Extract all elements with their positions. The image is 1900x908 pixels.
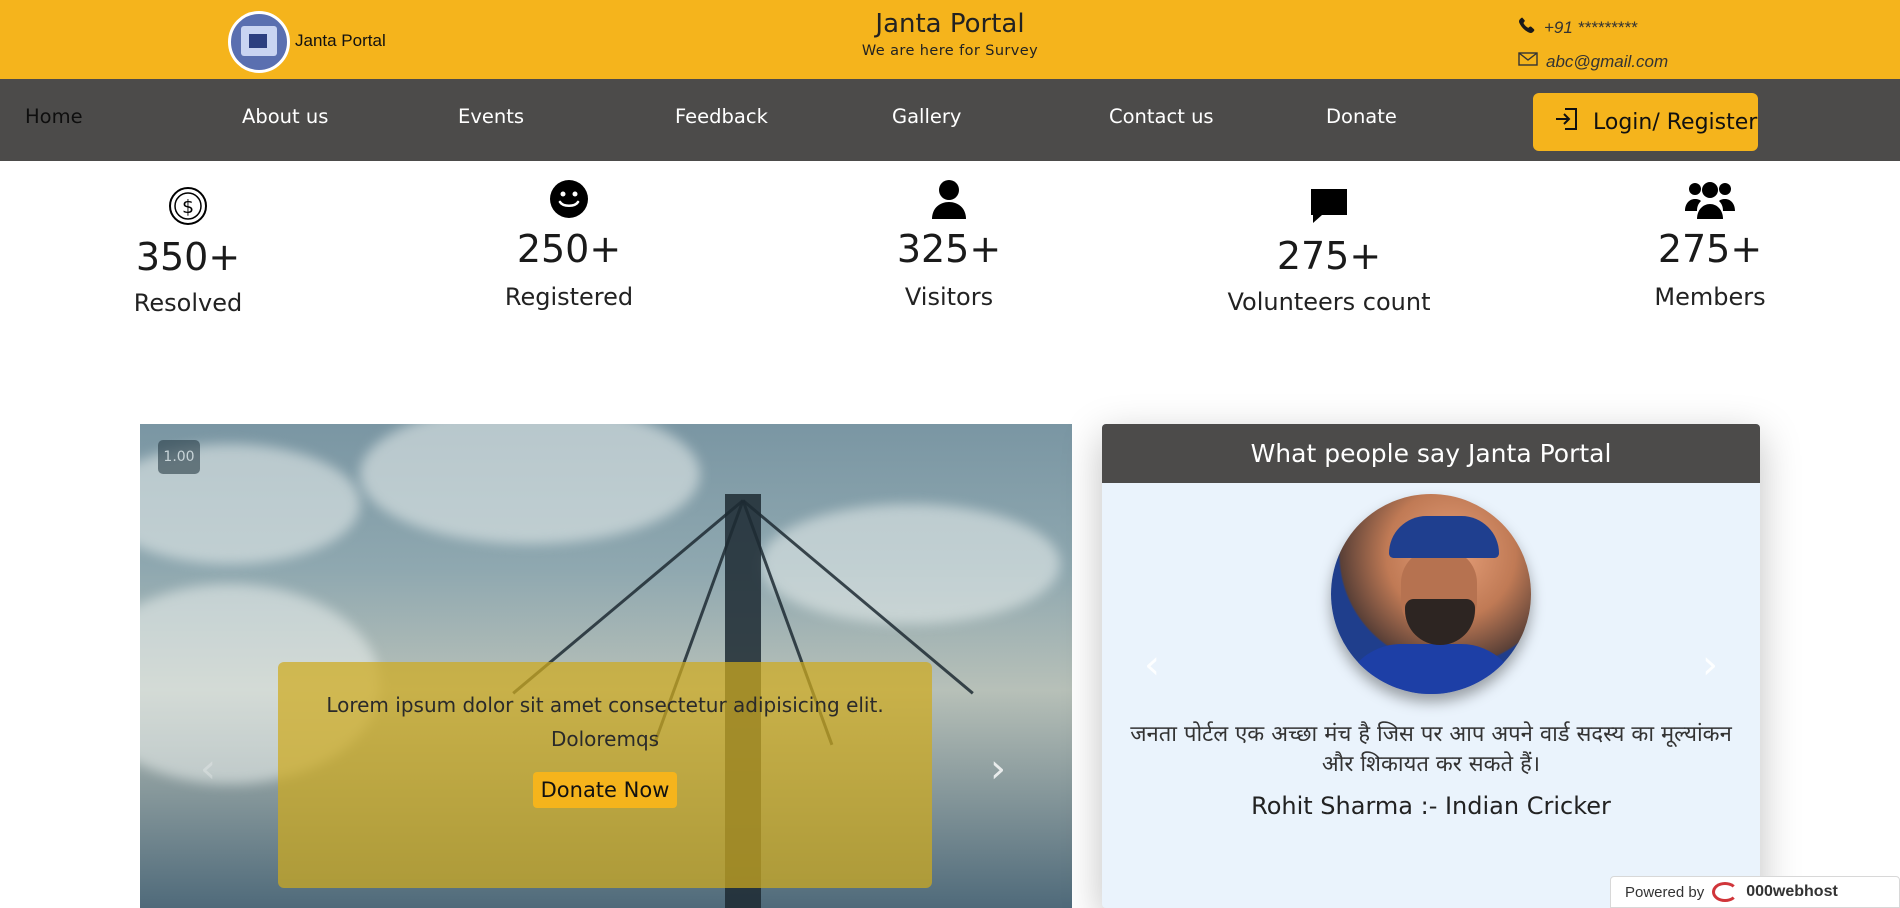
people-icon (1590, 179, 1830, 219)
nav-events[interactable]: Events (458, 105, 524, 128)
carousel-prev-icon[interactable]: ‹ (200, 746, 216, 792)
nav-home[interactable]: Home (25, 105, 83, 128)
chat-icon (1209, 186, 1449, 226)
carousel-caption: Lorem ipsum dolor sit amet consectetur a… (278, 662, 932, 888)
page-subtitle: We are here for Survey (861, 43, 1039, 59)
phone-icon (1518, 16, 1536, 39)
person-icon (829, 179, 1069, 219)
host-logo-icon (1712, 882, 1739, 902)
login-register-button[interactable]: Login/ Register (1533, 93, 1758, 151)
stat-registered: 250+ Registered (449, 179, 689, 311)
page-title: Janta Portal (875, 9, 1025, 39)
stat-resolved: $ 350+ Resolved (68, 185, 308, 317)
stat-members: 275+ Members (1590, 179, 1830, 311)
stat-value: 275+ (1657, 227, 1763, 271)
powered-by-badge[interactable]: Powered by 000webhost (1610, 876, 1900, 908)
powered-by-label: Powered by (1625, 883, 1705, 901)
stat-volunteers: 275+ Volunteers count (1209, 186, 1449, 316)
stat-value: 350+ (135, 235, 241, 279)
stat-value: 325+ (896, 227, 1002, 271)
testimonial-heading: What people say Janta Portal (1102, 424, 1760, 483)
smile-icon (449, 179, 689, 219)
stat-label: Members (1654, 283, 1766, 311)
phone-number: +91 ********* (1544, 17, 1638, 37)
survey-logo-icon (241, 26, 277, 56)
login-label: Login/ Register (1593, 109, 1758, 135)
testimonial-prev-icon[interactable]: ‹ (1144, 642, 1160, 688)
nav-contact-us[interactable]: Contact us (1109, 105, 1214, 128)
carousel-next-icon[interactable]: › (990, 746, 1006, 792)
nav-donate[interactable]: Donate (1326, 105, 1397, 128)
testimonial-author: Rohit Sharma :- Indian Cricker (1251, 792, 1611, 820)
envelope-icon (1518, 51, 1538, 72)
stat-label: Registered (504, 283, 634, 311)
svg-text:$: $ (182, 196, 194, 218)
testimonial-card: What people say Janta Portal ‹ › जनता पो… (1102, 424, 1760, 908)
top-bar: Janta Portal Janta Portal We are here fo… (0, 0, 1900, 79)
nav-feedback[interactable]: Feedback (675, 105, 768, 128)
stat-label: Volunteers count (1227, 288, 1431, 316)
logo-text: Janta Portal (295, 31, 386, 50)
stat-label: Resolved (133, 289, 243, 317)
stat-value: 250+ (516, 227, 622, 271)
caption-text: Lorem ipsum dolor sit amet consectetur a… (326, 693, 884, 751)
cloud (360, 424, 700, 544)
testimonial-quote: जनता पोर्टल एक अच्छा मंच है जिस पर आप अप… (1130, 722, 1732, 777)
donate-now-button[interactable]: Donate Now (532, 772, 678, 808)
cloud (760, 504, 1060, 624)
stat-label: Visitors (904, 283, 994, 311)
host-name: 000webhost (1746, 883, 1838, 900)
stat-visitors: 325+ Visitors (829, 179, 1069, 311)
email-contact: abc@gmail.com (1518, 51, 1668, 72)
avatar (1331, 494, 1531, 694)
hero-carousel[interactable]: 1.00 ‹ Lorem ipsum dolor sit amet consec… (140, 424, 1072, 908)
dollar-icon: $ (68, 185, 308, 227)
logo[interactable] (228, 11, 290, 73)
playback-speed-badge: 1.00 (158, 440, 200, 474)
testimonial-next-icon[interactable]: › (1702, 642, 1718, 688)
nav-about-us[interactable]: About us (242, 105, 328, 128)
email-address[interactable]: abc@gmail.com (1546, 52, 1668, 72)
login-icon (1553, 106, 1581, 138)
stat-value: 275+ (1276, 234, 1382, 278)
phone-contact: +91 ********* (1518, 16, 1637, 39)
nav-gallery[interactable]: Gallery (892, 105, 961, 128)
